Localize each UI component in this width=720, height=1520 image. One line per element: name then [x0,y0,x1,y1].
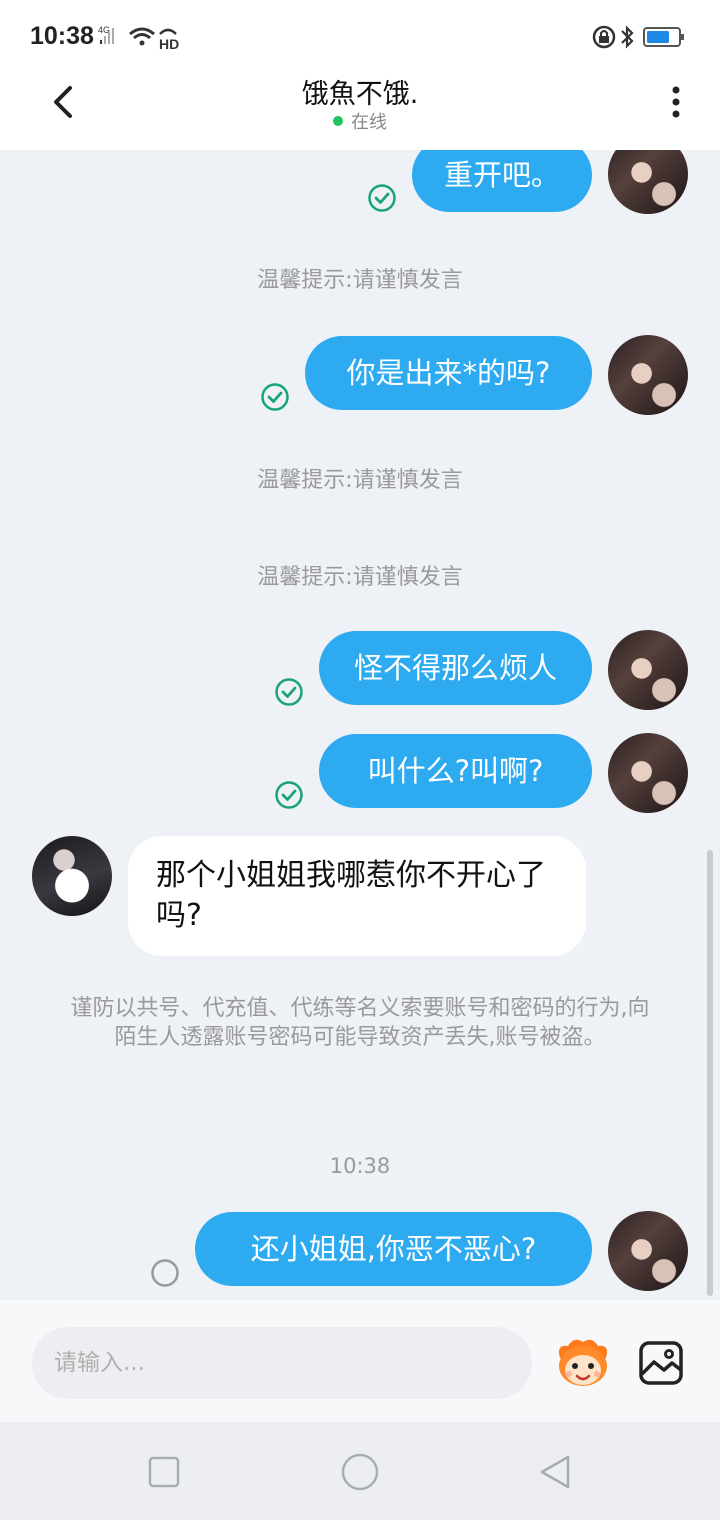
status-time: 10:38 [30,22,94,50]
message-bubble-outgoing[interactable]: 你是出来*的吗? [305,336,592,410]
battery-icon [643,27,684,47]
bluetooth-icon [621,25,634,49]
lock-rotation-icon [592,25,616,49]
system-nav-bar [0,1422,720,1520]
message-bubble-outgoing[interactable]: 叫什么?叫啊? [319,734,592,808]
system-hint: 温馨提示:请谨慎发言 [257,468,463,493]
input-bar [0,1300,720,1422]
home-button[interactable] [340,1452,380,1492]
message-input[interactable] [32,1327,532,1399]
image-icon[interactable] [638,1340,684,1386]
message-bubble-outgoing[interactable]: 重开吧。 [412,150,592,212]
message-list[interactable]: 重开吧。 温馨提示:请谨慎发言 你是出来*的吗? 温馨提示:请谨慎发言 温馨提示… [0,150,720,1300]
online-dot-icon [333,116,343,126]
my-avatar[interactable] [608,630,688,710]
sending-status-icon [151,1259,179,1287]
status-right-icons [592,25,684,49]
security-warning: 谨防以共号、代充值、代练等名义索要账号和密码的行为,向陌生人透露账号密码可能导致… [70,996,650,1050]
my-avatar[interactable] [608,150,688,214]
network-signal-icon: 4G HD [98,25,179,50]
hd-label: HD [159,36,179,50]
my-avatar[interactable] [608,335,688,415]
status-bar: 10:38 4G HD [0,0,720,72]
delivered-check-icon [261,383,289,411]
delivered-check-icon [368,184,396,212]
contact-name: 饿魚不饿. [301,79,419,110]
delivered-check-icon [275,678,303,706]
system-hint: 温馨提示:请谨慎发言 [257,565,463,590]
message-bubble-incoming[interactable]: 那个小姐姐我哪惹你不开心了吗? [128,836,586,956]
recent-apps-button[interactable] [148,1456,180,1488]
online-status-label: 在线 [351,112,387,133]
online-status: 在线 [0,108,720,134]
emoji-mascot-icon[interactable] [554,1336,612,1390]
message-bubble-outgoing[interactable]: 怪不得那么烦人 [319,631,592,705]
message-bubble-outgoing[interactable]: 还小姐姐,你恶不恶心? [195,1212,592,1286]
nav-back-button[interactable] [538,1454,572,1490]
delivered-check-icon [275,781,303,809]
scrollbar[interactable] [707,850,713,1296]
my-avatar[interactable] [608,1211,688,1291]
chat-header: 饿魚不饿. 在线 [0,72,720,150]
more-options-button[interactable] [664,82,688,122]
contact-avatar[interactable] [32,836,112,916]
system-hint: 温馨提示:请谨慎发言 [257,268,463,293]
my-avatar[interactable] [608,733,688,813]
message-timestamp: 10:38 [329,1154,391,1178]
